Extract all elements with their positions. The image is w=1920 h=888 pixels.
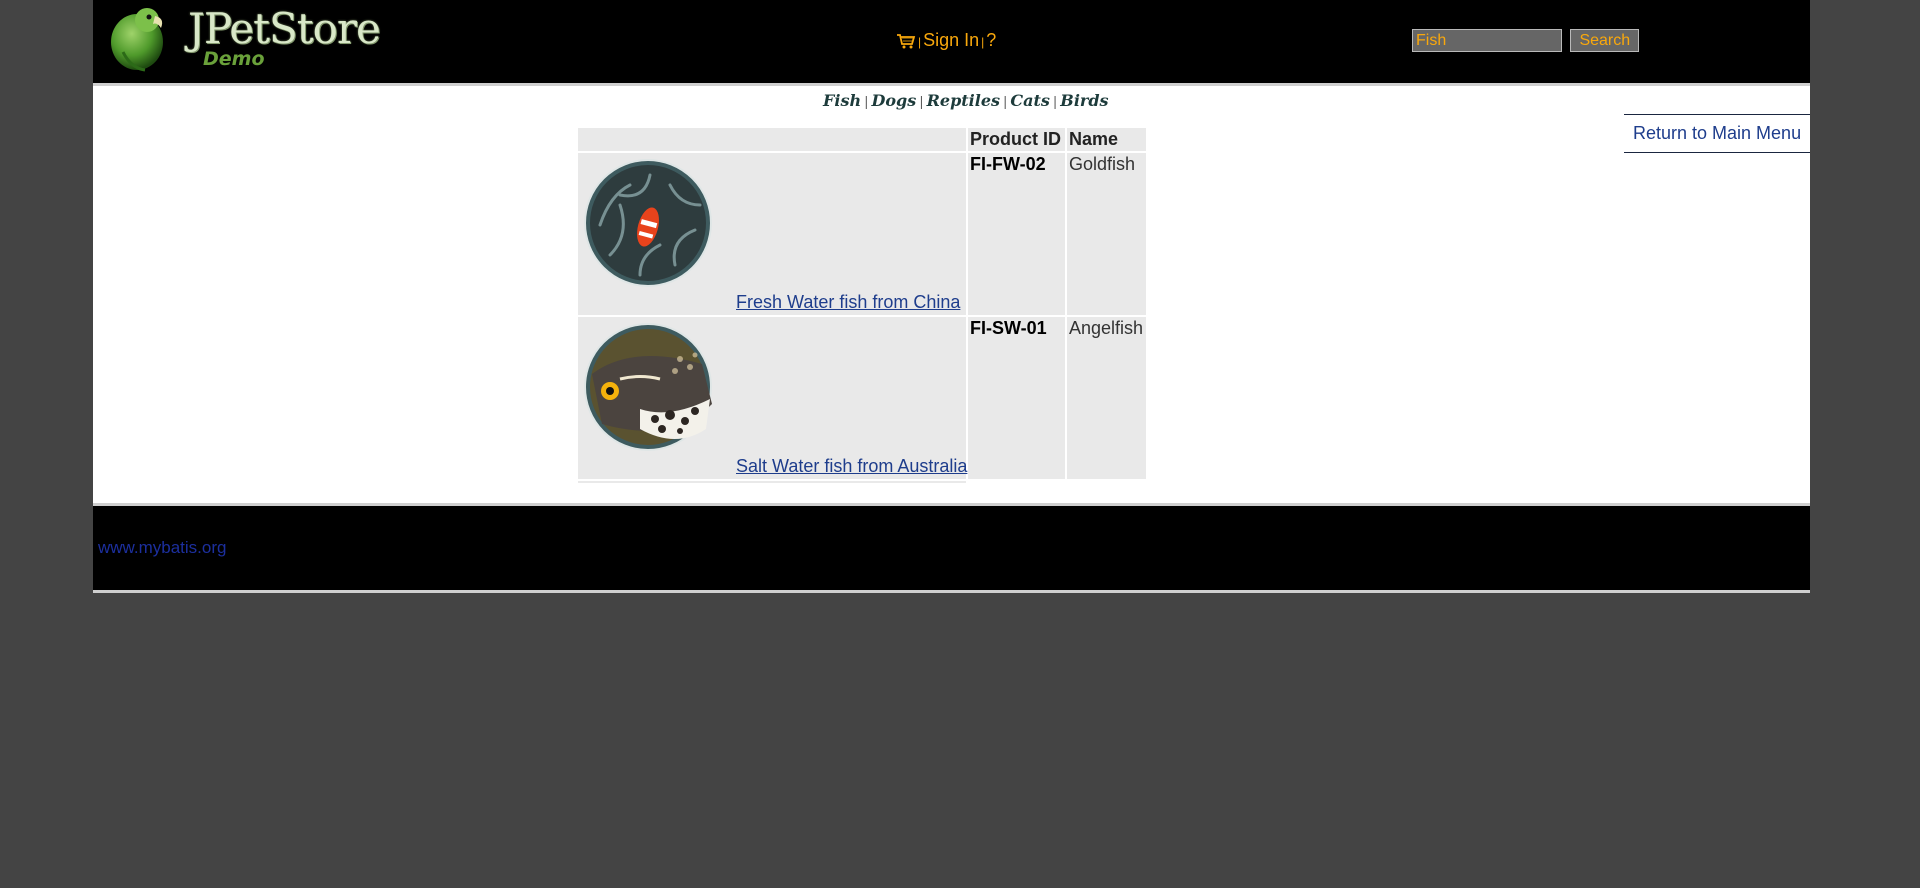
menu-content: | Sign In |?	[896, 30, 996, 51]
menu-separator: |	[981, 35, 985, 49]
sign-in-link[interactable]: Sign In	[923, 30, 979, 50]
logo-subtitle: Demo	[203, 48, 265, 70]
table-row: Fresh Water fish from China FI-FW-02 Gol…	[578, 153, 1146, 315]
description-cell: Fresh Water fish from China	[578, 153, 966, 315]
table-header-row: Product ID Name	[578, 128, 1146, 151]
help-link[interactable]: ?	[986, 30, 996, 50]
shopping-cart-icon[interactable]	[896, 33, 916, 49]
product-id-link[interactable]: FI-SW-01	[970, 318, 1047, 338]
column-header-product-id: Product ID	[968, 128, 1065, 151]
description-cell: Salt Water fish from Australia	[578, 317, 967, 479]
column-header-name: Name	[1067, 128, 1146, 151]
search-button[interactable]: Search	[1570, 29, 1640, 52]
quicklink-cats[interactable]: Cats	[1010, 91, 1050, 110]
product-table: Product ID Name Fresh Water fish from Ch…	[576, 126, 1148, 485]
return-to-main-menu-link[interactable]: Return to Main Menu	[1633, 123, 1801, 144]
back-link-container: Return to Main Menu	[1624, 114, 1810, 153]
product-id-cell: FI-SW-01	[968, 317, 1065, 479]
search-form: Search	[1412, 29, 1640, 52]
quicklink-fish[interactable]: Fish	[823, 91, 861, 110]
product-id-link[interactable]: FI-FW-02	[970, 154, 1046, 174]
catalog: Product ID Name Fresh Water fish from Ch…	[576, 126, 1148, 485]
product-id-cell: FI-FW-02	[968, 153, 1065, 315]
table-row: Salt Water fish from Australia FI-SW-01 …	[578, 317, 1146, 479]
quicklink-dogs[interactable]: Dogs	[871, 91, 916, 110]
quicklink-birds[interactable]: Birds	[1060, 91, 1108, 110]
quicklink-reptiles[interactable]: Reptiles	[927, 91, 1000, 110]
table-row-empty	[578, 481, 1146, 483]
menu-separator: |	[918, 35, 922, 49]
column-header-description	[578, 128, 966, 151]
mybatis-link[interactable]: www.mybatis.org	[98, 538, 226, 558]
clownfish-image	[584, 159, 712, 287]
parrot-logo-icon	[111, 8, 163, 72]
product-description-link[interactable]: Fresh Water fish from China	[736, 292, 960, 313]
footer: www.mybatis.org	[93, 503, 1810, 593]
content: Fish | Dogs | Reptiles | Cats | Birds Return to …	[93, 86, 1810, 503]
triggerfish-image	[584, 323, 712, 451]
product-name-cell: Angelfish	[1067, 317, 1146, 479]
logo[interactable]: JPetStore Demo	[103, 2, 381, 72]
product-name-cell: Goldfish	[1067, 153, 1146, 315]
header: JPetStore Demo |Sign In|? Search	[93, 0, 1810, 86]
search-input[interactable]	[1412, 29, 1562, 52]
logo-title: JPetStore	[188, 4, 381, 53]
page: JPetStore Demo |Sign In|? Search Fish|Do…	[93, 0, 1810, 593]
quick-links: Fish | Dogs | Reptiles | Cats | Birds	[823, 91, 1109, 110]
product-description-link[interactable]: Salt Water fish from Australia	[736, 456, 967, 477]
